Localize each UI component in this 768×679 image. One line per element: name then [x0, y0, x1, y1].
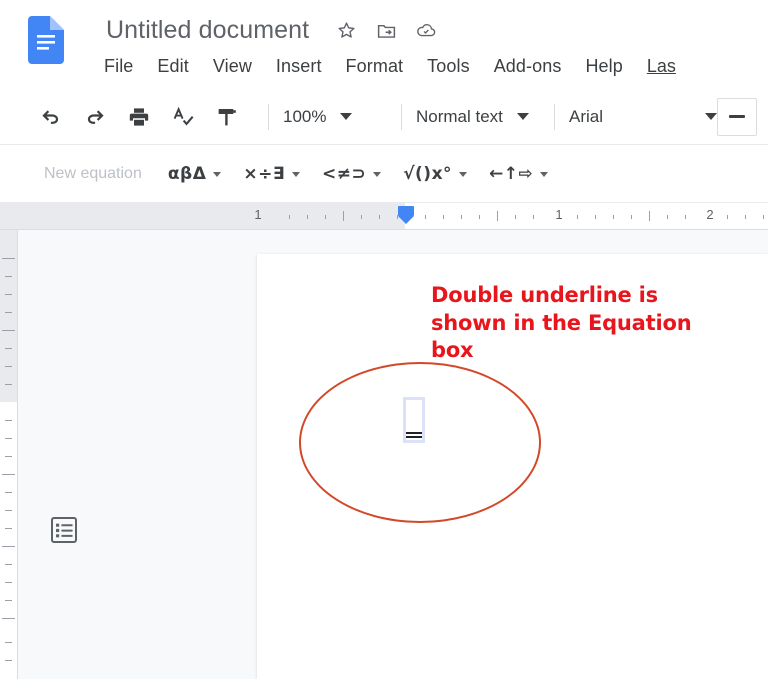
equation-box-content	[406, 400, 422, 440]
chevron-down-icon	[340, 113, 353, 120]
math-operators-menu[interactable]: √()x°	[403, 164, 468, 184]
decrease-font-size-button[interactable]	[717, 97, 757, 136]
menu-item-help[interactable]: Help	[585, 56, 622, 77]
chevron-down-icon	[213, 171, 222, 177]
chevron-down-icon	[540, 171, 549, 177]
toolbar-separator-3	[554, 103, 555, 130]
relations-menu[interactable]: <≠⊃	[321, 164, 382, 184]
chevron-down-icon	[459, 171, 468, 177]
chevron-down-icon	[291, 171, 300, 177]
menu-item-tools[interactable]: Tools	[427, 56, 470, 77]
left-indent-marker[interactable]	[398, 206, 414, 224]
menu-item-edit[interactable]: Edit	[157, 56, 188, 77]
toolbar-separator-1	[268, 103, 269, 130]
font-family-select[interactable]: Arial	[569, 100, 717, 134]
document-title[interactable]: Untitled document	[106, 16, 309, 45]
cloud-saved-icon[interactable]	[415, 19, 437, 41]
zoom-level-value: 100%	[283, 106, 327, 126]
menu-item-file[interactable]: File	[104, 56, 133, 77]
ruler-number: 1	[254, 207, 262, 222]
font-family-value: Arial	[569, 106, 604, 126]
relations-glyphs: <≠⊃	[321, 164, 367, 184]
greek-letters-menu[interactable]: αβΔ	[168, 164, 222, 184]
math-operations-glyphs: ×÷∃	[243, 164, 285, 184]
menu-item-addons[interactable]: Add-ons	[494, 56, 562, 77]
document-outline-icon[interactable]	[51, 517, 77, 543]
app-header: Untitled document File Edit View Insert …	[0, 0, 768, 89]
chevron-down-icon	[516, 113, 529, 120]
equation-toolbar: New equation αβΔ ×÷∃ <≠⊃ √()x° ←↑⇨	[0, 145, 768, 203]
vertical-ruler-margin	[0, 230, 17, 402]
main-toolbar: 100% Normal text Arial	[0, 88, 768, 145]
paragraph-style-value: Normal text	[416, 106, 503, 126]
title-row: Untitled document	[106, 10, 437, 50]
ruler-number: 1	[555, 207, 563, 222]
vertical-ruler[interactable]	[0, 230, 18, 679]
equation-input-box[interactable]	[403, 397, 425, 443]
double-underline-glyph	[406, 432, 422, 438]
docs-file-icon[interactable]	[28, 16, 64, 64]
document-canvas: Double underline is shown in the Equatio…	[0, 230, 768, 679]
menu-item-insert[interactable]: Insert	[276, 56, 322, 77]
ruler-ticks	[0, 203, 768, 230]
zoom-level-select[interactable]: 100%	[283, 100, 387, 134]
ruler-number: 2	[706, 207, 714, 222]
math-operations-menu[interactable]: ×÷∃	[243, 164, 300, 184]
last-edit-link[interactable]: Las	[647, 56, 676, 77]
chevron-down-icon	[705, 113, 717, 120]
spellcheck-icon[interactable]	[166, 100, 200, 134]
paint-format-icon[interactable]	[210, 100, 244, 134]
title-action-icons	[335, 19, 437, 41]
star-icon[interactable]	[335, 19, 357, 41]
math-operators-glyphs: √()x°	[403, 164, 453, 184]
arrows-menu[interactable]: ←↑⇨	[489, 164, 549, 184]
minus-icon	[729, 115, 745, 118]
paragraph-style-select[interactable]: Normal text	[416, 100, 540, 134]
move-to-folder-icon[interactable]	[375, 19, 397, 41]
undo-icon[interactable]	[34, 100, 68, 134]
menu-item-format[interactable]: Format	[346, 56, 404, 77]
google-docs-window: Untitled document File Edit View Insert …	[0, 0, 768, 679]
annotation-text: Double underline is shown in the Equatio…	[431, 283, 692, 363]
menu-item-view[interactable]: View	[213, 56, 252, 77]
menu-bar: File Edit View Insert Format Tools Add-o…	[104, 56, 676, 77]
toolbar-separator-2	[401, 103, 402, 130]
chevron-down-icon	[373, 171, 382, 177]
horizontal-ruler[interactable]: 1 1 2	[0, 203, 768, 230]
document-page[interactable]: Double underline is shown in the Equatio…	[257, 254, 768, 679]
redo-icon[interactable]	[78, 100, 112, 134]
print-icon[interactable]	[122, 100, 156, 134]
arrows-glyphs: ←↑⇨	[489, 164, 534, 184]
greek-letters-glyphs: αβΔ	[167, 164, 207, 184]
new-equation-label[interactable]: New equation	[44, 165, 142, 183]
